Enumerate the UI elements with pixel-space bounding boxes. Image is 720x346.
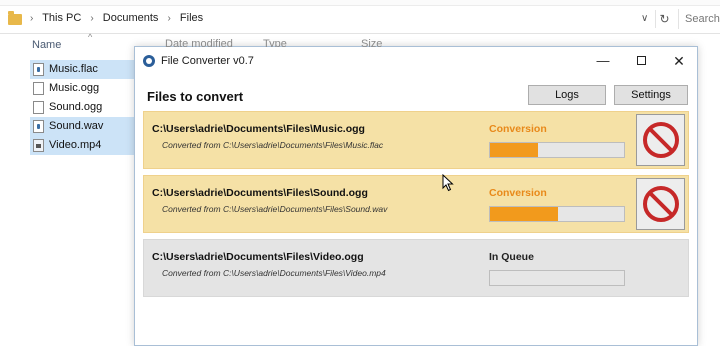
video-file-icon — [33, 139, 44, 152]
mouse-cursor-icon — [442, 174, 454, 192]
file-name: Video.mp4 — [49, 139, 102, 151]
progress-bar — [489, 270, 625, 286]
source-path: Converted from C:\Users\adrie\Documents\… — [162, 140, 384, 150]
audio-file-icon — [33, 63, 44, 76]
logs-button[interactable]: Logs — [528, 85, 606, 105]
chevron-right-icon: › — [90, 13, 94, 24]
progress-bar — [489, 206, 625, 222]
settings-button[interactable]: Settings — [614, 85, 688, 105]
blank-file-icon — [33, 101, 44, 114]
cancel-icon — [642, 186, 679, 222]
close-icon[interactable]: ✕ — [667, 51, 691, 71]
app-icon — [143, 55, 155, 67]
progress-fill — [490, 207, 559, 221]
file-name: Sound.wav — [49, 120, 104, 132]
column-header-name[interactable]: Name — [32, 39, 61, 51]
file-list: Music.flac Music.ogg Sound.ogg Sound.wav… — [30, 60, 136, 155]
window-title: File Converter v0.7 — [161, 55, 254, 67]
list-item[interactable]: Sound.wav — [30, 117, 136, 136]
breadcrumb-documents[interactable]: Documents — [103, 12, 159, 24]
breadcrumb-this-pc[interactable]: This PC — [42, 12, 81, 24]
cancel-button[interactable] — [636, 114, 685, 166]
source-path: Converted from C:\Users\adrie\Documents\… — [162, 268, 386, 278]
minimize-icon[interactable]: — — [591, 51, 615, 71]
conversion-item: C:\Users\adrie\Documents\Files\Music.ogg… — [143, 111, 689, 169]
status-label: Conversion — [489, 187, 547, 199]
chevron-down-icon[interactable]: ∨ — [641, 13, 648, 24]
chevron-right-icon: › — [30, 13, 34, 24]
search-input[interactable]: Search Files — [678, 9, 720, 29]
status-label: In Queue — [489, 251, 534, 263]
output-path: C:\Users\adrie\Documents\Files\Sound.ogg — [152, 187, 368, 199]
source-path: Converted from C:\Users\adrie\Documents\… — [162, 204, 388, 214]
refresh-icon[interactable]: ↻ — [655, 10, 673, 28]
blank-file-icon — [33, 82, 44, 95]
file-name: Sound.ogg — [49, 101, 103, 113]
file-name: Music.flac — [49, 63, 98, 75]
maximize-icon[interactable] — [629, 51, 653, 71]
conversion-item: C:\Users\adrie\Documents\Files\Video.ogg… — [143, 239, 689, 297]
title-bar[interactable]: File Converter v0.7 — ✕ — [135, 47, 697, 75]
status-label: Conversion — [489, 123, 547, 135]
conversion-item: C:\Users\adrie\Documents\Files\Sound.ogg… — [143, 175, 689, 233]
list-item[interactable]: Video.mp4 — [30, 136, 136, 155]
address-bar[interactable]: › This PC › Documents › Files ∨ ↻ Search… — [0, 6, 720, 34]
cancel-icon — [642, 122, 679, 158]
cancel-button[interactable] — [636, 178, 685, 230]
output-path: C:\Users\adrie\Documents\Files\Video.ogg — [152, 251, 364, 263]
list-item[interactable]: Music.flac — [30, 60, 136, 79]
folder-icon — [8, 11, 22, 25]
list-item[interactable]: Music.ogg — [30, 79, 136, 98]
chevron-right-icon: › — [167, 13, 171, 24]
list-item[interactable]: Sound.ogg — [30, 98, 136, 117]
file-name: Music.ogg — [49, 82, 100, 94]
audio-file-icon — [33, 120, 44, 133]
output-path: C:\Users\adrie\Documents\Files\Music.ogg — [152, 123, 365, 135]
page-title: Files to convert — [147, 89, 244, 104]
progress-bar — [489, 142, 625, 158]
file-converter-window: Date modified Type Size File Converter v… — [134, 38, 698, 346]
progress-fill — [490, 143, 539, 157]
breadcrumb: › This PC › Documents › Files — [30, 12, 209, 24]
sort-ascending-icon: ^ — [88, 32, 93, 42]
breadcrumb-files[interactable]: Files — [180, 12, 203, 24]
